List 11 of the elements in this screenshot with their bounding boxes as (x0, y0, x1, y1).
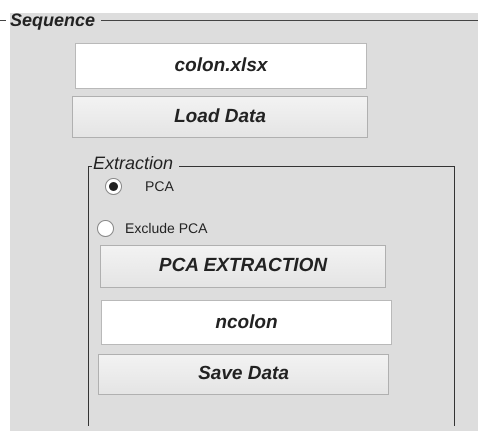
group-title: Extraction (92, 154, 174, 172)
file-name-field[interactable]: colon.xlsx (75, 43, 367, 89)
radio-button[interactable] (105, 178, 122, 194)
output-name-field[interactable]: ncolon (101, 300, 392, 345)
group-title: Sequence (9, 11, 96, 29)
radio-label: Exclude PCA (125, 218, 208, 238)
load-data-button[interactable]: Load Data (72, 96, 368, 138)
radio-label: PCA (145, 176, 174, 196)
save-data-button[interactable]: Save Data (98, 354, 389, 395)
pca-extraction-button[interactable]: PCA EXTRACTION (100, 245, 386, 288)
radio-button[interactable] (97, 220, 114, 236)
